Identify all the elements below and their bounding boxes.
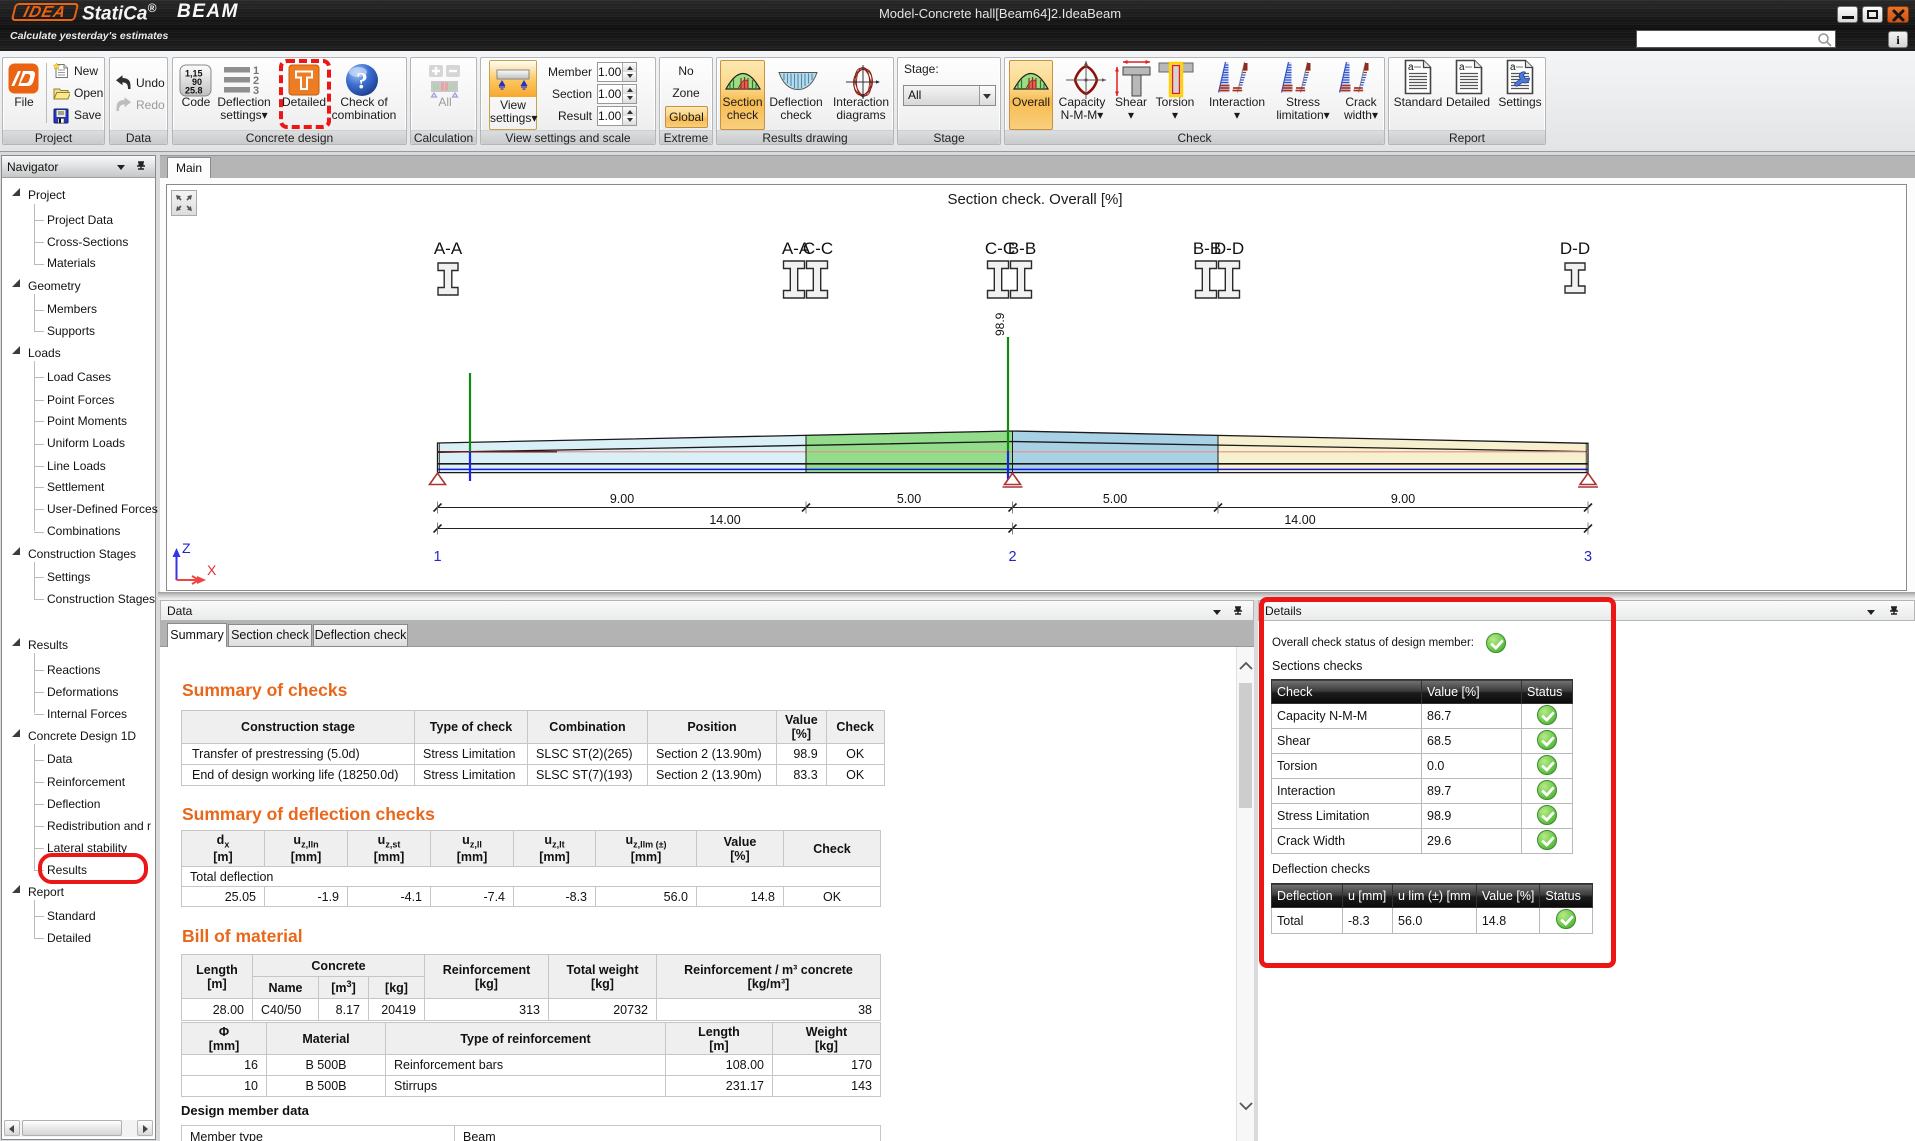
svg-text:3: 3 xyxy=(1584,549,1592,565)
svg-text:25.8: 25.8 xyxy=(185,86,203,96)
svg-text:B-B: B-B xyxy=(1008,239,1036,258)
svg-text:a: a xyxy=(1510,62,1516,73)
svg-text:14.00: 14.00 xyxy=(1284,513,1315,527)
svg-text:?: ? xyxy=(356,69,368,94)
svg-text:a: a xyxy=(1408,62,1414,73)
svg-text:9.00: 9.00 xyxy=(1391,492,1415,506)
svg-text:1: 1 xyxy=(433,549,441,565)
svg-text:2: 2 xyxy=(1008,549,1016,565)
svg-text:D-D: D-D xyxy=(1560,239,1590,258)
svg-text:X: X xyxy=(207,562,217,578)
svg-text:98.9: 98.9 xyxy=(993,312,1007,336)
svg-text:a: a xyxy=(1459,62,1465,73)
svg-text:Z: Z xyxy=(182,540,191,556)
svg-text:C-C: C-C xyxy=(803,239,833,258)
svg-text:5.00: 5.00 xyxy=(897,492,921,506)
svg-text:14.00: 14.00 xyxy=(709,513,740,527)
svg-text:D-D: D-D xyxy=(1214,239,1244,258)
svg-text:9.00: 9.00 xyxy=(610,492,634,506)
svg-text:A-A: A-A xyxy=(434,239,463,258)
svg-text:5.00: 5.00 xyxy=(1103,492,1127,506)
